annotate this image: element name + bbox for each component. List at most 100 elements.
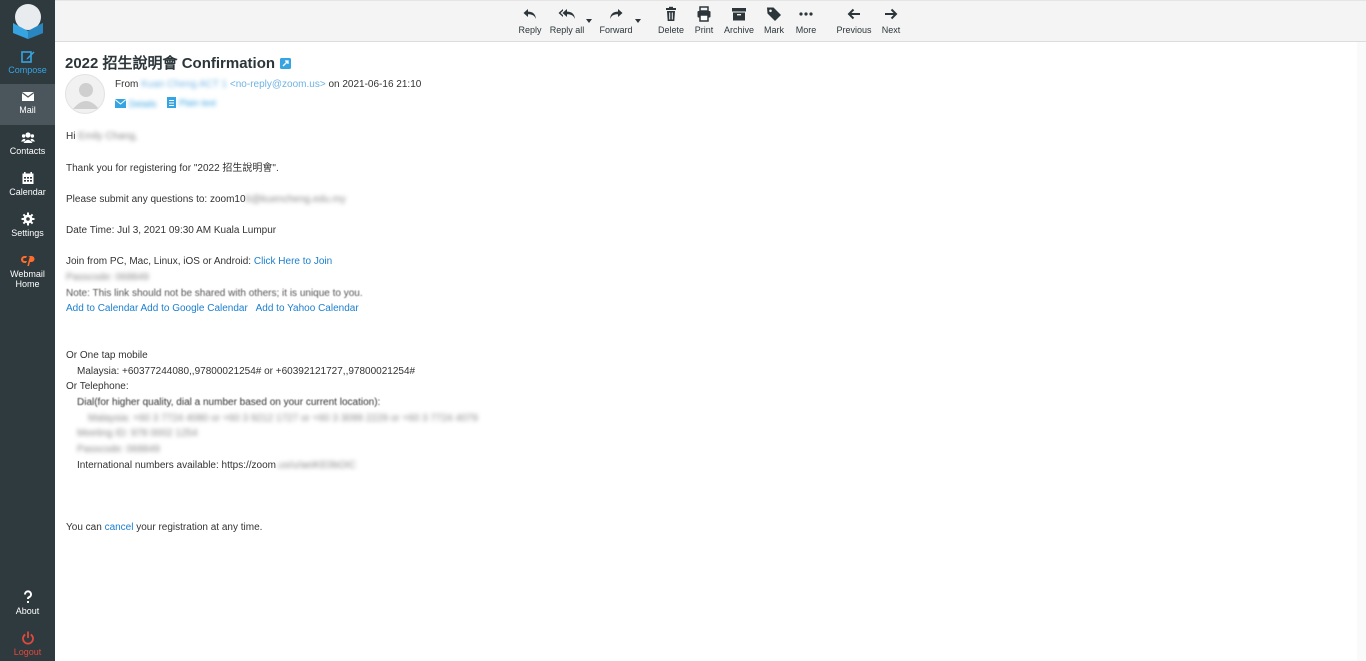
forward-label: Forward [599, 25, 633, 35]
open-in-new-window-icon[interactable] [280, 58, 292, 69]
plaintext-label: Plain text [179, 97, 217, 108]
next-label: Next [881, 25, 901, 35]
sender-avatar [65, 74, 105, 114]
reply-all-icon [558, 9, 575, 19]
intl-numbers-line: International numbers available: https:/… [66, 460, 356, 472]
from-email[interactable]: <no-reply@zoom.us> [230, 79, 326, 90]
compose-icon [20, 51, 34, 63]
dial-hint-line: Dial(for higher quality, dial a number b… [77, 397, 381, 408]
roundcube-logo-icon[interactable] [9, 3, 47, 39]
forward-icon [610, 9, 623, 19]
details-link[interactable]: Details [115, 99, 157, 109]
intl-url-rest[interactable]: .us/u/aeiKE0bOIC [276, 460, 356, 471]
join-line: Join from PC, Mac, Linux, iOS or Android… [66, 256, 332, 268]
mark-button[interactable]: Mark [761, 5, 787, 39]
print-label: Print [694, 25, 714, 35]
tag-icon [767, 7, 781, 21]
sidebar-label-logout: Logout [13, 647, 42, 657]
archive-label: Archive [723, 25, 754, 35]
sidebar-label-calendar: Calendar [9, 187, 46, 197]
delete-button[interactable]: Delete [655, 5, 687, 39]
intl-prefix: International numbers available: https:/… [77, 460, 276, 471]
more-label: More [795, 25, 817, 35]
arrow-left-icon [847, 8, 860, 20]
more-icon [799, 12, 813, 16]
scrollbar[interactable] [1357, 42, 1366, 661]
questions-prefix: Please submit any questions to: zoom10 [66, 194, 246, 205]
cancel-link[interactable]: cancel [105, 522, 134, 533]
meeting-id-line: Meeting ID: 978 0002 1254 [77, 428, 198, 439]
print-icon [697, 6, 711, 22]
forward-button[interactable]: Forward [597, 5, 635, 39]
forward-dropdown-icon[interactable] [635, 18, 641, 24]
sidebar-item-settings[interactable]: Settings [0, 207, 55, 248]
add-calendar-link[interactable]: Add to Calendar [66, 303, 138, 314]
sidebar-item-logout[interactable]: Logout [0, 626, 55, 661]
date-prefix: on [328, 79, 340, 90]
envelope-icon [115, 99, 126, 108]
sidebar-item-mail[interactable]: Mail [0, 84, 55, 125]
greeting-name: Emily Chang, [78, 131, 138, 142]
join-prefix: Join from PC, Mac, Linux, iOS or Android… [66, 256, 252, 267]
arrow-right-icon [885, 8, 898, 20]
thanks-line: Thank you for registering for "2022 招生說明… [66, 163, 279, 174]
mark-label: Mark [764, 25, 784, 35]
more-button[interactable]: More [792, 5, 820, 39]
sidebar: Compose Mail Contacts Calendar Settings … [0, 0, 55, 661]
previous-label: Previous [836, 25, 872, 35]
message-content: 2022 招生說明會 Confirmation From Kuan Cheng … [55, 42, 1366, 661]
document-icon [167, 97, 177, 108]
malaysia-tap-line: Malaysia: +60377244080,,97800021254# or … [77, 366, 416, 377]
sidebar-item-calendar[interactable]: Calendar [0, 166, 55, 207]
calendar-links-line: Add to Calendar Add to Google Calendar A… [66, 303, 359, 315]
reply-label: Reply [518, 25, 542, 35]
sidebar-label-mail: Mail [19, 105, 36, 115]
reply-icon [523, 9, 536, 19]
power-icon [21, 631, 34, 645]
one-tap-line: Or One tap mobile [66, 350, 148, 361]
note-line: Note: This link should not be shared wit… [66, 288, 363, 299]
join-link[interactable]: Click Here to Join [254, 256, 332, 267]
from-line: From Kuan Cheng ACT 1 <no-reply@zoom.us>… [115, 79, 421, 90]
sidebar-label-contacts: Contacts [9, 146, 46, 156]
plaintext-link[interactable]: Plain text [167, 97, 216, 108]
questions-email: 6@kuencheng.edu.my [245, 194, 346, 205]
sidebar-label-settings: Settings [11, 228, 44, 238]
details-label: Details [129, 98, 157, 109]
malaysia-dial-line: Malaysia: +60 3 7724 4080 or +60 3 9212 … [88, 413, 478, 424]
mail-icon [21, 92, 34, 101]
header-links: Details Plain text [115, 97, 224, 110]
add-yahoo-calendar-link[interactable]: Add to Yahoo Calendar [256, 303, 359, 314]
sidebar-item-contacts[interactable]: Contacts [0, 125, 55, 166]
message-toolbar: Reply Reply all Forward Delete Print Arc… [55, 0, 1366, 42]
reply-all-label: Reply all [549, 25, 585, 35]
next-button[interactable]: Next [878, 5, 904, 39]
delete-label: Delete [657, 25, 684, 35]
sidebar-item-about[interactable]: About [0, 585, 55, 626]
print-button[interactable]: Print [691, 5, 717, 39]
reply-button[interactable]: Reply [516, 5, 544, 39]
sidebar-label-webmail-line2: Home [15, 279, 40, 289]
from-name[interactable]: Kuan Cheng ACT 1 [141, 79, 227, 90]
reply-all-button[interactable]: Reply all [547, 5, 587, 39]
or-telephone-line: Or Telephone: [66, 381, 129, 392]
sidebar-item-webmail-home[interactable]: Webmail Home [0, 250, 55, 294]
sidebar-label-webmail-line1: Webmail [10, 269, 45, 279]
question-icon [23, 590, 32, 603]
archive-button[interactable]: Archive [721, 5, 757, 39]
previous-button[interactable]: Previous [835, 5, 873, 39]
sidebar-label-compose: Compose [8, 65, 47, 75]
sidebar-item-compose[interactable]: Compose [0, 44, 55, 85]
add-google-calendar-link[interactable]: Add to Google Calendar [141, 303, 248, 314]
sidebar-label-about: About [15, 606, 40, 616]
contacts-icon [20, 132, 35, 143]
greeting-line: Hi Emily Chang, [66, 131, 138, 143]
person-icon [73, 83, 99, 109]
cancel-line: You can cancel your registration at any … [66, 522, 262, 534]
gear-icon [21, 212, 34, 226]
message-date: 2021-06-16 21:10 [342, 79, 422, 90]
reply-all-dropdown-icon[interactable] [586, 18, 592, 24]
cancel-prefix: You can [66, 522, 102, 533]
calendar-icon [22, 172, 33, 184]
cpanel-icon [20, 256, 34, 266]
